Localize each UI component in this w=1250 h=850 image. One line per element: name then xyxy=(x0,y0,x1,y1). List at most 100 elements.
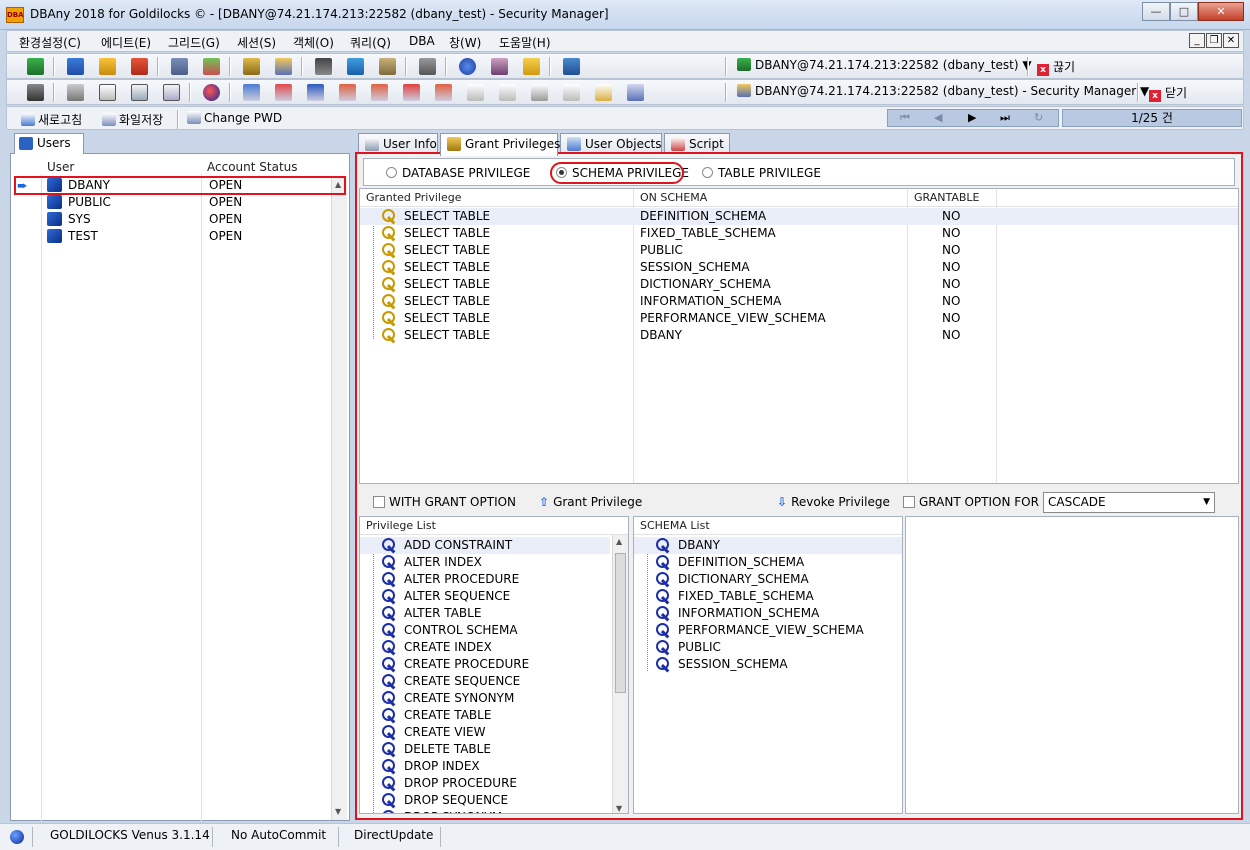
privilege-item[interactable]: CREATE INDEX xyxy=(360,639,610,656)
schema-item[interactable]: PERFORMANCE_VIEW_SCHEMA xyxy=(634,622,902,639)
schema-item[interactable]: PUBLIC xyxy=(634,639,902,656)
search-doc-icon[interactable] xyxy=(595,84,612,101)
doc-list-icon[interactable] xyxy=(243,84,260,101)
monitor-chart-icon[interactable] xyxy=(347,58,364,75)
maximize-icon[interactable]: □ xyxy=(1170,2,1198,21)
granted-row[interactable]: SELECT TABLE DICTIONARY_SCHEMA NO xyxy=(360,276,1238,293)
save-file-button[interactable]: 화일저장 xyxy=(102,111,163,128)
refresh-button[interactable]: 새로고침 xyxy=(21,111,82,128)
privilege-item[interactable]: CONTROL SCHEMA xyxy=(360,622,610,639)
table-icon[interactable] xyxy=(131,84,148,101)
reload-icon[interactable]: ↻ xyxy=(1034,111,1043,124)
menu-dba[interactable]: DBA xyxy=(409,34,435,48)
cascade-select[interactable]: CASCADE ▼ xyxy=(1043,492,1215,513)
table-view-icon[interactable] xyxy=(307,84,324,101)
table-delete-icon[interactable] xyxy=(403,84,420,101)
mdi-restore-icon[interactable]: ❐ xyxy=(1206,33,1222,48)
next-record-icon[interactable]: ▶ xyxy=(968,111,976,124)
list-icon[interactable] xyxy=(171,58,188,75)
schema-item[interactable]: DBANY xyxy=(634,537,902,554)
minimize-icon[interactable]: — xyxy=(1142,2,1170,21)
exit-icon[interactable] xyxy=(563,58,580,75)
grant-privilege-button[interactable]: ⇧ Grant Privilege xyxy=(539,495,642,509)
privilege-item[interactable]: DROP SEQUENCE xyxy=(360,792,610,809)
menu-window[interactable]: 창(W) xyxy=(449,34,481,51)
change-pwd-button[interactable]: Change PWD xyxy=(187,111,282,125)
filter-icon[interactable] xyxy=(563,84,580,101)
connect-icon[interactable] xyxy=(27,58,44,75)
granted-row[interactable]: SELECT TABLE SESSION_SCHEMA NO xyxy=(360,259,1238,276)
binoculars-icon[interactable] xyxy=(419,58,436,75)
users-scrollbar[interactable]: ▲ ▼ xyxy=(331,176,347,820)
col-user[interactable]: User xyxy=(47,160,74,174)
close-window-button[interactable]: x 닫기 xyxy=(1149,84,1187,102)
windows-icon[interactable] xyxy=(627,84,644,101)
schema-item[interactable]: DEFINITION_SCHEMA xyxy=(634,554,902,571)
bar-chart-icon[interactable] xyxy=(315,58,332,75)
sum-icon[interactable] xyxy=(467,84,484,101)
tab-grant-privileges[interactable]: Grant Privileges xyxy=(440,133,560,156)
granted-row[interactable]: SELECT TABLE PUBLIC NO xyxy=(360,242,1238,259)
privilege-item[interactable]: ADD CONSTRAINT xyxy=(360,537,610,554)
col-granted-privilege[interactable]: Granted Privilege xyxy=(366,191,461,204)
schema-item[interactable]: SESSION_SCHEMA xyxy=(634,656,902,673)
privilege-item[interactable]: DROP INDEX xyxy=(360,758,610,775)
radio-database-privilege[interactable]: DATABASE PRIVILEGE xyxy=(386,166,530,180)
sigma-icon[interactable] xyxy=(499,84,516,101)
revoke-privilege-button[interactable]: ⇩ Revoke Privilege xyxy=(777,495,890,509)
privilege-item[interactable]: CREATE PROCEDURE xyxy=(360,656,610,673)
col-account-status[interactable]: Account Status xyxy=(207,160,298,174)
with-grant-option-checkbox[interactable]: WITH GRANT OPTION xyxy=(373,495,516,509)
table-add-icon[interactable] xyxy=(275,84,292,101)
arrow-right-icon[interactable] xyxy=(67,58,84,75)
upload-icon[interactable] xyxy=(99,58,116,75)
table-import-icon[interactable] xyxy=(435,84,452,101)
privilege-item[interactable]: ALTER SEQUENCE xyxy=(360,588,610,605)
privilege-item[interactable]: ALTER INDEX xyxy=(360,554,610,571)
cube-icon[interactable] xyxy=(491,58,508,75)
user-row[interactable]: PUBLIC xyxy=(47,195,111,209)
schema-item[interactable]: INFORMATION_SCHEMA xyxy=(634,605,902,622)
prev-record-icon[interactable]: ◀ xyxy=(934,111,942,124)
privilege-item[interactable]: DROP SYNONYM xyxy=(360,809,610,813)
disconnect-button[interactable]: x 끊기 xyxy=(1037,58,1075,76)
record-icon[interactable] xyxy=(203,84,220,101)
granted-row[interactable]: SELECT TABLE PERFORMANCE_VIEW_SCHEMA NO xyxy=(360,310,1238,327)
privilege-item[interactable]: DELETE TABLE xyxy=(360,741,610,758)
sort-icon[interactable] xyxy=(531,84,548,101)
page-icon[interactable] xyxy=(99,84,116,101)
scroll-down-icon[interactable]: ▼ xyxy=(616,804,622,813)
download-icon[interactable] xyxy=(131,58,148,75)
menu-query[interactable]: 쿼리(Q) xyxy=(350,34,391,51)
tab-users[interactable]: Users xyxy=(14,133,84,154)
scroll-thumb[interactable] xyxy=(615,553,626,693)
schema-item[interactable]: DICTIONARY_SCHEMA xyxy=(634,571,902,588)
help-icon[interactable] xyxy=(459,58,476,75)
window-selector[interactable]: DBANY@74.21.174.213:22582 (dbany_test) -… xyxy=(737,84,1149,98)
dba-icon[interactable] xyxy=(523,58,540,75)
users-icon[interactable] xyxy=(243,58,260,75)
table-export-icon[interactable] xyxy=(371,84,388,101)
col-on-schema[interactable]: ON SCHEMA xyxy=(640,191,707,204)
grid-export-icon[interactable] xyxy=(203,58,220,75)
privilege-item[interactable]: DROP PROCEDURE xyxy=(360,775,610,792)
granted-row[interactable]: SELECT TABLE FIXED_TABLE_SCHEMA NO xyxy=(360,225,1238,242)
tools-icon[interactable] xyxy=(27,84,44,101)
privilege-item[interactable]: ALTER PROCEDURE xyxy=(360,571,610,588)
privilege-list-scrollbar[interactable]: ▲ ▼ xyxy=(612,535,628,813)
last-record-icon[interactable]: ⏭ xyxy=(1000,111,1010,125)
menu-object[interactable]: 객체(O) xyxy=(293,34,334,51)
privilege-item[interactable]: CREATE SYNONYM xyxy=(360,690,610,707)
privilege-item[interactable]: ALTER TABLE xyxy=(360,605,610,622)
col-grantable[interactable]: GRANTABLE xyxy=(914,191,980,204)
print-icon[interactable] xyxy=(67,84,84,101)
grant-option-for-checkbox[interactable]: GRANT OPTION FOR xyxy=(903,495,1039,509)
mdi-close-icon[interactable]: ✕ xyxy=(1223,33,1239,48)
privilege-item[interactable]: CREATE SEQUENCE xyxy=(360,673,610,690)
menu-session[interactable]: 세션(S) xyxy=(237,34,276,51)
granted-row[interactable]: SELECT TABLE DBANY NO xyxy=(360,327,1238,344)
scroll-down-icon[interactable]: ▼ xyxy=(335,807,341,816)
menu-edit[interactable]: 에디트(E) xyxy=(101,34,151,51)
user-row[interactable]: SYS xyxy=(47,212,91,226)
close-icon[interactable]: ✕ xyxy=(1198,2,1244,21)
